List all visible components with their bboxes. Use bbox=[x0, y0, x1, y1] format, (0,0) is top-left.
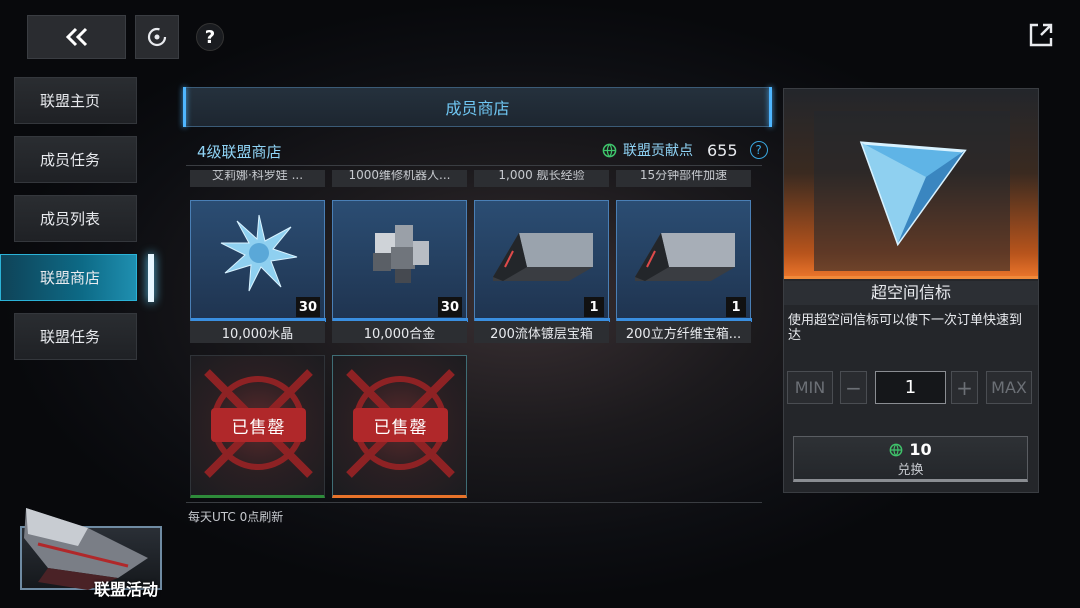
refresh-note: 每天UTC 0点刷新 bbox=[188, 510, 284, 524]
item-name: 200立方纤维宝箱... bbox=[616, 321, 751, 343]
chest-icon bbox=[493, 233, 593, 281]
item-name: 200流体镀层宝箱 bbox=[474, 321, 609, 343]
sidebar-item-member-list[interactable]: 成员列表 bbox=[14, 195, 137, 242]
points-value: 655 bbox=[707, 140, 738, 160]
item-quantity: 30 bbox=[295, 297, 320, 317]
item-card: 1 bbox=[474, 200, 610, 322]
sidebar-item-label: 联盟商店 bbox=[40, 269, 101, 287]
redeem-button[interactable]: 10 兑换 bbox=[793, 436, 1028, 482]
hyperspace-beacon-icon bbox=[859, 141, 967, 247]
sidebar-item-label: 成员列表 bbox=[40, 210, 101, 228]
sidebar-item-label: 成员任务 bbox=[40, 151, 101, 169]
sold-out-stamp: 已售罄 bbox=[211, 408, 306, 442]
detail-description: 使用超空间信标可以使下一次订单快速到达 bbox=[788, 313, 1023, 343]
sidebar-item-label: 联盟主页 bbox=[40, 92, 101, 110]
points-help-button[interactable]: ? bbox=[749, 141, 768, 159]
sidebar-item-label: 联盟任务 bbox=[40, 328, 101, 346]
shop-item-fluid-chest[interactable]: 1 200流体镀层宝箱 bbox=[474, 200, 610, 343]
shop-level-label: 4级联盟商店 bbox=[197, 143, 282, 161]
target-button[interactable] bbox=[135, 15, 179, 59]
shop-item-sold-out[interactable]: 已售罄 bbox=[190, 355, 325, 498]
back-button[interactable] bbox=[27, 15, 126, 59]
item-card: 30 bbox=[190, 200, 326, 322]
alloy-icon bbox=[373, 225, 429, 283]
divider bbox=[186, 502, 762, 503]
item-card: 1 bbox=[616, 200, 752, 322]
shop-item-alloy[interactable]: 30 10,000合金 bbox=[332, 200, 468, 343]
item-name: 10,000水晶 bbox=[190, 321, 325, 343]
redeem-cost: 10 bbox=[794, 440, 1027, 459]
page-title: 成员商店 bbox=[445, 99, 510, 118]
item-quantity: 1 bbox=[584, 297, 604, 317]
detail-image-area bbox=[784, 89, 1038, 279]
plus-button[interactable]: + bbox=[951, 371, 978, 404]
sidebar-item-member-tasks[interactable]: 成员任务 bbox=[14, 136, 137, 183]
min-button[interactable]: MIN bbox=[787, 371, 833, 404]
help-button[interactable]: ? bbox=[196, 23, 224, 51]
redeem-label: 兑换 bbox=[897, 463, 924, 478]
alliance-activity-label: 联盟活动 bbox=[94, 580, 159, 599]
quantity-input[interactable]: 1 bbox=[875, 371, 946, 404]
redeem-cost-value: 10 bbox=[909, 440, 932, 459]
list-item-partial[interactable]: 艾莉娜·科罗娃 ... bbox=[190, 170, 325, 187]
sidebar-item-alliance-home[interactable]: 联盟主页 bbox=[14, 77, 137, 124]
points-label: 联盟贡献点 bbox=[623, 143, 693, 159]
item-quantity: 1 bbox=[726, 297, 746, 317]
active-indicator bbox=[148, 254, 154, 302]
divider bbox=[186, 165, 762, 166]
sidebar-item-alliance-shop[interactable]: 联盟商店 bbox=[0, 254, 137, 301]
double-chevron-left-icon bbox=[65, 27, 87, 47]
alliance-activity-button[interactable]: 联盟活动 bbox=[18, 498, 168, 600]
item-name: 10,000合金 bbox=[332, 321, 467, 343]
list-item-partial[interactable]: 15分钟部件加速 bbox=[616, 170, 751, 187]
external-link-button[interactable] bbox=[1028, 22, 1054, 48]
sold-out-stamp: 已售罄 bbox=[353, 408, 448, 442]
target-icon bbox=[147, 27, 167, 47]
item-card: 30 bbox=[332, 200, 468, 322]
shop-item-fiber-chest[interactable]: 1 200立方纤维宝箱... bbox=[616, 200, 752, 343]
external-link-icon bbox=[1029, 23, 1053, 47]
shop-title-bar: 成员商店 bbox=[183, 87, 772, 127]
points-row: 联盟贡献点 655 ? bbox=[602, 140, 768, 160]
minus-button[interactable]: − bbox=[840, 371, 867, 404]
list-item-partial[interactable]: 1,000 舰长经验 bbox=[474, 170, 609, 187]
item-detail-panel: 超空间信标 使用超空间信标可以使下一次订单快速到达 bbox=[783, 88, 1039, 493]
list-item-partial[interactable]: 1000维修机器人... bbox=[332, 170, 467, 187]
shop-item-sold-out[interactable]: 已售罄 bbox=[332, 355, 467, 498]
item-quantity: 30 bbox=[437, 297, 462, 317]
chest-icon bbox=[635, 233, 735, 281]
max-button[interactable]: MAX bbox=[986, 371, 1032, 404]
globe-icon bbox=[602, 143, 617, 157]
sidebar-item-alliance-tasks[interactable]: 联盟任务 bbox=[14, 313, 137, 360]
detail-item-name: 超空间信标 bbox=[784, 281, 1038, 305]
crystal-icon bbox=[220, 214, 298, 292]
globe-icon bbox=[889, 443, 903, 456]
shop-item-crystal[interactable]: 30 10,000水晶 bbox=[190, 200, 326, 343]
